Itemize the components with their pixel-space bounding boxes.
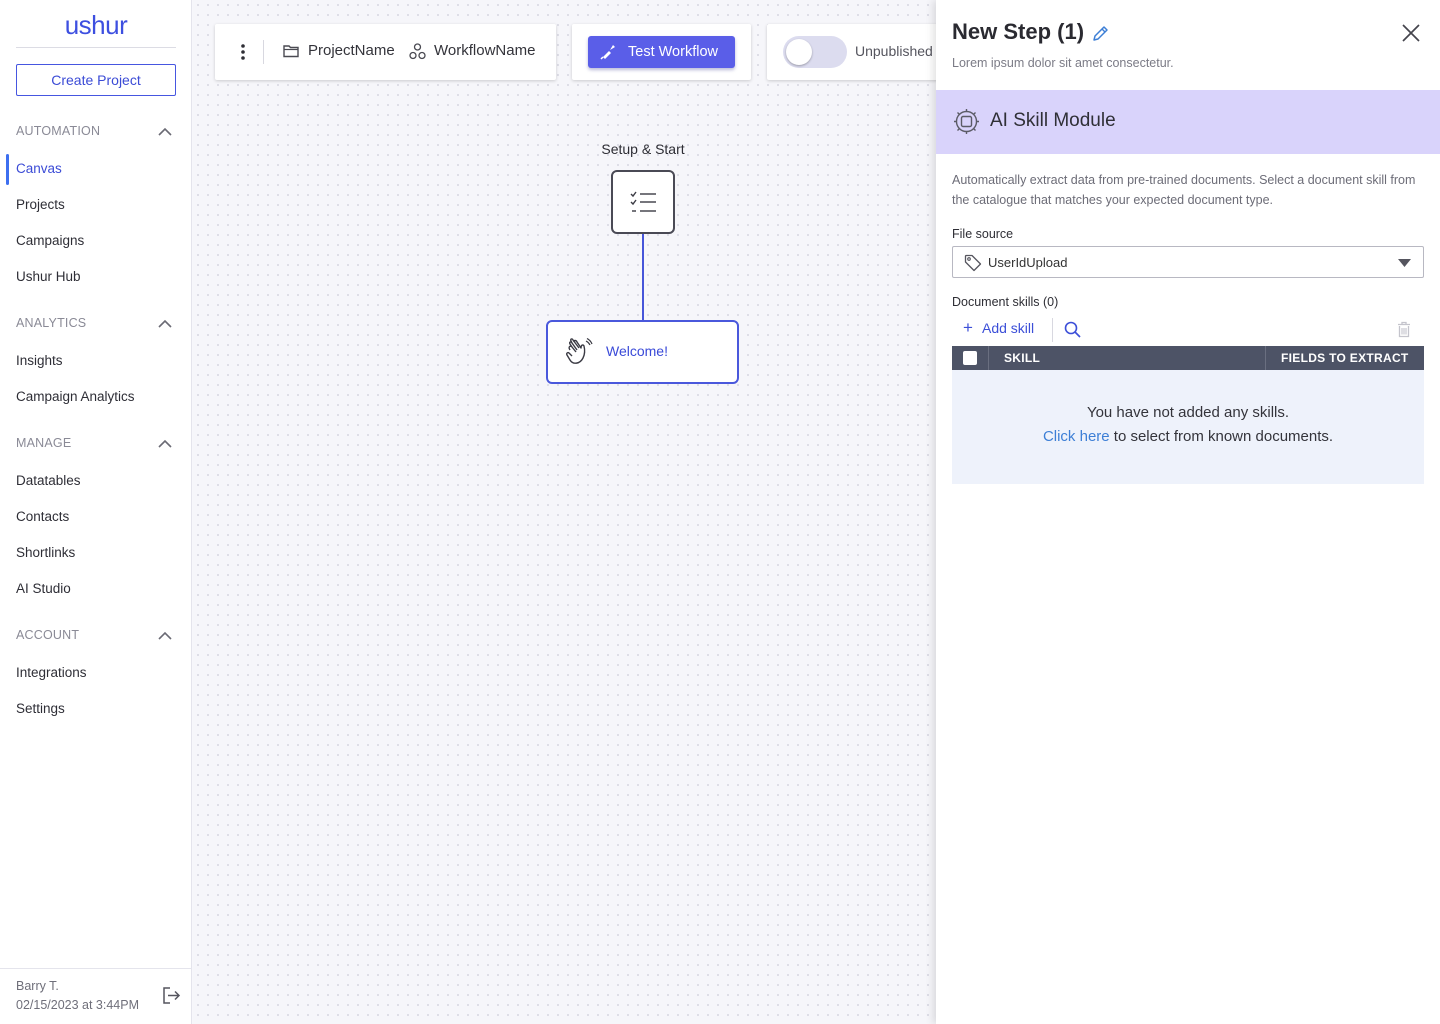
search-icon[interactable] xyxy=(1064,321,1081,338)
divider xyxy=(1052,318,1053,342)
section-automation[interactable]: AUTOMATION xyxy=(16,124,176,144)
logout-icon[interactable] xyxy=(162,987,181,1004)
select-documents-link[interactable]: Click here xyxy=(1043,428,1110,445)
document-skills-label: Document skills (0) xyxy=(952,295,1059,309)
sidebar-item-ai-studio[interactable]: AI Studio xyxy=(16,579,71,599)
sidebar-item-ushur-hub[interactable]: Ushur Hub xyxy=(16,267,81,287)
section-analytics[interactable]: ANALYTICS xyxy=(16,316,176,336)
sidebar-item-contacts[interactable]: Contacts xyxy=(16,507,69,527)
sidebar-item-shortlinks[interactable]: Shortlinks xyxy=(16,543,75,563)
workflow-name[interactable]: WorkflowName xyxy=(434,42,535,59)
select-all-checkbox[interactable] xyxy=(963,351,977,365)
chevron-up-icon[interactable] xyxy=(158,439,172,448)
sidebar-item-canvas[interactable]: Canvas xyxy=(16,159,62,179)
panel-title: New Step (1) xyxy=(952,19,1085,44)
start-node-label: Setup & Start xyxy=(601,141,685,157)
start-node[interactable] xyxy=(611,170,675,234)
trash-icon[interactable] xyxy=(1397,321,1411,338)
column-header-fields[interactable]: FIELDS TO EXTRACT xyxy=(1281,351,1409,365)
module-header: AI Skill Module xyxy=(936,90,1440,154)
sidebar-item-campaigns[interactable]: Campaigns xyxy=(16,231,84,251)
step-settings-panel: New Step (1) Lorem ipsum dolor sit amet … xyxy=(936,0,1440,1024)
folder-icon xyxy=(283,45,299,58)
empty-message: You have not added any skills. xyxy=(1086,404,1290,421)
active-indicator xyxy=(6,154,9,185)
chip-icon xyxy=(954,109,979,134)
wave-icon xyxy=(566,338,593,364)
module-title: AI Skill Module xyxy=(990,110,1116,131)
empty-cta: Click here to select from known document… xyxy=(952,428,1424,445)
sidebar-item-projects[interactable]: Projects xyxy=(16,195,65,215)
pencil-icon[interactable] xyxy=(1092,25,1109,42)
section-title: MANAGE xyxy=(16,436,72,450)
workflow-icon xyxy=(409,43,426,60)
plus-icon: + xyxy=(963,318,973,337)
logo-text: ushur xyxy=(64,10,128,40)
test-workflow-button[interactable]: Test Workflow xyxy=(588,36,735,68)
checklist-icon xyxy=(630,191,656,212)
column-header-skill[interactable]: SKILL xyxy=(1004,351,1040,365)
sidebar-item-campaign-analytics[interactable]: Campaign Analytics xyxy=(16,387,135,407)
publish-status: Unpublished xyxy=(855,43,933,59)
chevron-up-icon[interactable] xyxy=(158,631,172,640)
kebab-icon[interactable] xyxy=(241,44,245,60)
section-title: ANALYTICS xyxy=(16,316,87,330)
chevron-up-icon[interactable] xyxy=(158,319,172,328)
file-source-select[interactable]: UserIdUpload xyxy=(952,246,1424,278)
skills-table-header: SKILL FIELDS TO EXTRACT xyxy=(952,346,1424,370)
user-name: Barry T. xyxy=(16,979,59,993)
user-footer: Barry T. 02/15/2023 at 3:44PM xyxy=(0,968,192,1024)
column-divider xyxy=(1265,346,1266,370)
skills-empty-state: You have not added any skills. Click her… xyxy=(952,370,1424,484)
project-name[interactable]: ProjectName xyxy=(308,42,395,59)
sidebar-item-insights[interactable]: Insights xyxy=(16,351,63,371)
node-connector xyxy=(642,234,644,321)
tag-icon xyxy=(964,254,982,272)
publish-toggle[interactable] xyxy=(783,36,847,68)
sidebar-item-integrations[interactable]: Integrations xyxy=(16,663,87,683)
close-icon[interactable] xyxy=(1402,24,1420,42)
column-divider xyxy=(988,346,989,370)
brush-icon xyxy=(600,45,615,60)
file-source-label: File source xyxy=(952,227,1014,241)
welcome-node-label: Welcome! xyxy=(606,343,668,359)
toggle-knob xyxy=(786,39,812,65)
sidebar-item-settings[interactable]: Settings xyxy=(16,699,65,719)
section-title: AUTOMATION xyxy=(16,124,101,138)
last-login-time: 02/15/2023 at 3:44PM xyxy=(16,998,140,1012)
section-account[interactable]: ACCOUNT xyxy=(16,628,176,648)
test-workflow-bar: Test Workflow xyxy=(572,24,751,80)
panel-subtitle: Lorem ipsum dolor sit amet consectetur. xyxy=(952,56,1174,70)
caret-down-icon xyxy=(1398,259,1411,267)
create-project-button[interactable]: Create Project xyxy=(16,64,176,96)
file-source-value: UserIdUpload xyxy=(988,255,1068,270)
workflow-canvas[interactable]: ProjectName WorkflowName Test Workflow U… xyxy=(193,0,967,1024)
workflow-breadcrumb-bar: ProjectName WorkflowName xyxy=(215,24,556,80)
section-title: ACCOUNT xyxy=(16,628,80,642)
welcome-node[interactable]: Welcome! xyxy=(546,320,739,384)
add-skill-label: Add skill xyxy=(982,320,1035,336)
logo[interactable]: ushur xyxy=(16,8,176,48)
section-manage[interactable]: MANAGE xyxy=(16,436,176,456)
chevron-up-icon[interactable] xyxy=(158,127,172,136)
empty-cta-suffix: to select from known documents. xyxy=(1109,428,1334,445)
divider xyxy=(263,40,264,64)
sidebar: ushur Create Project AUTOMATION Canvas P… xyxy=(0,0,192,1024)
module-description: Automatically extract data from pre-trai… xyxy=(952,173,1416,207)
sidebar-item-datatables[interactable]: Datatables xyxy=(16,471,81,491)
test-workflow-label: Test Workflow xyxy=(628,44,718,60)
